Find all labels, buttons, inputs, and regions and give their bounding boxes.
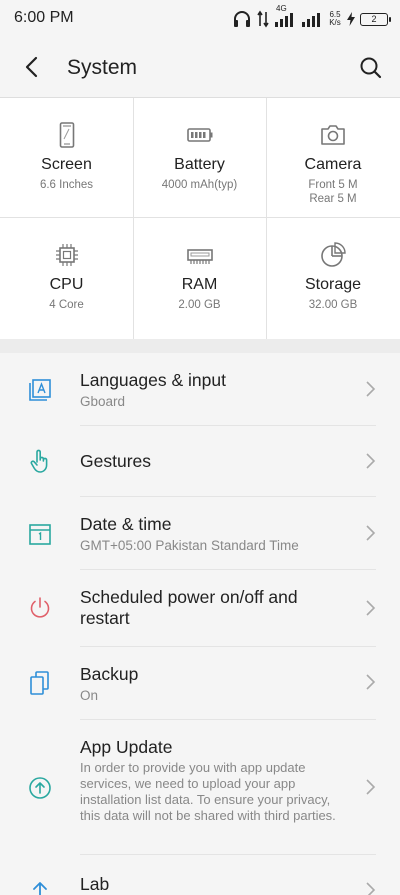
spec-cpu[interactable]: CPU 4 Core (0, 218, 133, 338)
settings-item-languages[interactable]: Languages & input Gboard (0, 353, 400, 425)
spec-value: 6.6 Inches (39, 179, 94, 191)
headphones-icon (232, 10, 252, 28)
spec-value: 32.00 GB (308, 299, 358, 311)
chip-icon (55, 244, 78, 266)
spec-title: CPU (49, 276, 84, 293)
spec-title: Screen (41, 156, 92, 173)
spec-ram[interactable]: RAM 2.00 GB (133, 218, 266, 338)
chevron-right-icon (366, 674, 376, 690)
spec-value: 2.00 GB (178, 299, 221, 311)
data-transfer-icon (257, 10, 269, 28)
chevron-right-icon (366, 882, 376, 895)
gesture-hand-icon (30, 449, 48, 473)
net-speed-unit: K/s (329, 18, 341, 27)
pie-chart-icon (321, 242, 346, 267)
spec-screen[interactable]: Screen 6.6 Inches (0, 98, 133, 218)
network-type-label: 4G (276, 4, 287, 13)
chevron-right-icon (366, 525, 376, 541)
search-icon (360, 57, 382, 79)
spec-battery[interactable]: Battery 4000 mAh(typ) (133, 98, 266, 218)
phone-icon (59, 122, 74, 148)
settings-item-lab[interactable]: Lab (0, 855, 400, 895)
settings-item-subtitle: GMT+05:00 Pakistan Standard Time (80, 538, 299, 553)
settings-item-title: Lab (80, 874, 110, 894)
calendar-icon (29, 524, 51, 545)
battery-indicator: 2 (360, 12, 391, 26)
language-icon (29, 379, 51, 401)
settings-item-subtitle: Gboard (80, 394, 126, 409)
settings-item-gestures[interactable]: Gestures (0, 426, 400, 496)
charging-bolt-icon (347, 12, 355, 26)
spec-storage[interactable]: Storage 32.00 GB (266, 218, 400, 338)
signal-4g-icon: 4G (274, 4, 296, 28)
settings-item-backup[interactable]: Backup On (0, 647, 400, 719)
spec-value: 4000 mAh(typ) (161, 179, 238, 191)
spec-title: Storage (304, 276, 362, 293)
spec-value: Front 5 M (308, 179, 358, 191)
camera-icon (321, 125, 345, 145)
settings-item-title: Languages & input (80, 370, 226, 390)
lab-arrow-icon (33, 882, 47, 895)
back-button[interactable] (18, 52, 48, 82)
settings-item-subtitle: In order to provide you with app update … (80, 760, 336, 823)
settings-item-title: Scheduled power on/off and restart (80, 587, 298, 628)
settings-item-date-time[interactable]: Date & time GMT+05:00 Pakistan Standard … (0, 497, 400, 569)
spec-camera[interactable]: Camera Front 5 M Rear 5 M (266, 98, 400, 218)
network-speed: 6.5 K/s (328, 11, 342, 27)
section-separator (0, 339, 400, 353)
spec-title: RAM (181, 276, 218, 293)
page-title: System (67, 56, 138, 79)
settings-item-title: App Update (80, 737, 173, 757)
spec-title: Camera (304, 156, 362, 173)
status-time: 6:00 PM (14, 9, 74, 26)
update-arrow-icon (29, 777, 51, 799)
spec-title: Battery (174, 156, 225, 173)
chevron-right-icon (366, 453, 376, 469)
ram-icon (186, 249, 213, 264)
chevron-right-icon (366, 600, 376, 616)
settings-item-subtitle: On (80, 688, 99, 703)
top-app-bar: System (0, 38, 400, 98)
settings-item-title: Gestures (80, 451, 151, 471)
status-icons: 4G 6.5 K/s 2 (232, 4, 391, 30)
signal-bars-icon (301, 10, 323, 28)
battery-icon (186, 128, 212, 142)
device-spec-grid: Screen 6.6 Inches Battery 4000 mAh(typ) … (0, 98, 400, 339)
search-button[interactable] (356, 53, 386, 83)
back-arrow-icon (25, 56, 38, 78)
spec-value-secondary: Rear 5 M (309, 193, 357, 205)
status-bar: 6:00 PM 4G 6.5 K/s 2 (0, 0, 400, 38)
backup-icon (30, 671, 49, 695)
settings-item-app-update[interactable]: App Update In order to provide you with … (0, 720, 400, 854)
settings-item-title: Backup (80, 664, 139, 684)
power-icon (30, 597, 50, 618)
settings-item-title: Date & time (80, 514, 172, 534)
spec-value: 4 Core (49, 299, 84, 311)
settings-list: Languages & input Gboard Gestures Date &… (0, 353, 400, 895)
chevron-right-icon (366, 381, 376, 397)
settings-item-scheduled-power[interactable]: Scheduled power on/off and restart (0, 570, 400, 646)
chevron-right-icon (366, 779, 376, 795)
